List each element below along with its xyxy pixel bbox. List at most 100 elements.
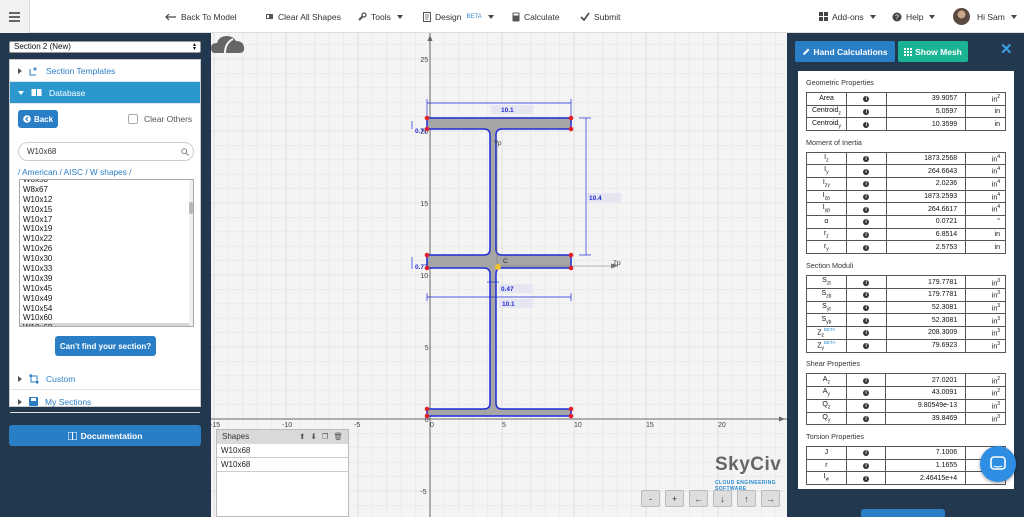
shape-list-item[interactable]: W10x30 [20, 254, 193, 264]
design-menu[interactable]: Design BETA [423, 10, 494, 23]
checkbox-box[interactable] [128, 114, 138, 124]
back-button[interactable]: Back [18, 110, 58, 128]
property-name-cell: ry [806, 240, 847, 255]
shape-list-item[interactable]: W10x45 [20, 284, 193, 294]
trash-icon[interactable]: 🗑 [333, 432, 343, 442]
property-name-cell: J [806, 445, 847, 460]
info-icon[interactable]: i [863, 415, 870, 422]
shape-list-item[interactable]: W10x17 [20, 215, 193, 225]
x-tick-label: -5 [354, 422, 360, 429]
property-unit: ° [997, 218, 1000, 226]
zoom-out-button[interactable]: - [641, 490, 660, 507]
shape-list-item[interactable]: W10x33 [20, 264, 193, 274]
pan-left-button[interactable]: ← [689, 490, 708, 507]
shape-list-item[interactable]: W10x22 [20, 234, 193, 244]
centroid-marker[interactable] [495, 264, 501, 270]
tools-menu[interactable]: Tools [357, 10, 403, 23]
move-down-icon[interactable]: ⬇ [310, 432, 316, 442]
breadcrumb[interactable]: / American / AISC / W shapes / [18, 167, 131, 177]
show-mesh-button[interactable]: Show Mesh [898, 41, 968, 62]
shape-list-item[interactable]: W10x26 [20, 244, 193, 254]
hand-calculations-button[interactable]: Hand Calculations [795, 41, 895, 62]
copy-icon[interactable]: ❐ [322, 432, 329, 442]
info-icon[interactable]: i [863, 244, 870, 251]
info-icon[interactable]: i [863, 219, 870, 226]
shape-row[interactable]: W10x68 [217, 444, 348, 458]
info-icon[interactable]: i [863, 305, 870, 312]
shape-list-item[interactable]: W8x67 [20, 185, 193, 195]
info-icon[interactable]: i [863, 181, 870, 188]
avatar[interactable] [953, 8, 970, 25]
shape-list-item[interactable]: W10x68 [20, 323, 193, 326]
info-icon[interactable]: i [863, 450, 870, 457]
documentation-label: Documentation [80, 430, 143, 441]
property-name-cell: ZyBETA [806, 338, 847, 353]
shape-list-item[interactable]: W10x49 [20, 294, 193, 304]
property-subscript: z [838, 110, 841, 117]
back-to-model-button[interactable]: Back To Model [165, 10, 237, 23]
clear-others-checkbox[interactable]: Clear Others [128, 114, 192, 124]
submit-button[interactable]: Submit [580, 10, 620, 23]
shape-list-item[interactable]: W10x60 [20, 313, 193, 323]
property-table: Az i 27.0201 in2 Ay i 43.0091 in2 Qz i 9.80549e-13… [806, 373, 1006, 426]
info-icon[interactable]: i [863, 109, 870, 116]
hamburger-menu-icon[interactable] [0, 0, 30, 33]
info-icon[interactable]: i [863, 155, 870, 162]
addons-menu[interactable]: Add-ons [819, 10, 876, 23]
section-select[interactable]: Section 2 (New) ▴ ▾ [9, 41, 201, 53]
shape-list-item[interactable]: W10x19 [20, 224, 193, 234]
move-up-icon[interactable]: ⬆ [299, 432, 305, 442]
pan-down-button[interactable]: ↓ [713, 490, 732, 507]
x-tick-label: -10 [282, 422, 292, 429]
info-icon[interactable]: i [863, 206, 870, 213]
dim-bottom-width: 10.1 [502, 301, 515, 308]
info-icon[interactable]: i [863, 96, 870, 103]
pan-up-button[interactable]: ↑ [737, 490, 756, 507]
info-icon[interactable]: i [863, 317, 870, 324]
shape-list[interactable]: W8x58 W8x67 W10x12 W10x15 W10x17 W10x19 W10x22… [19, 179, 194, 327]
info-icon[interactable]: i [863, 279, 870, 286]
my-sections-label: My Sections [45, 396, 92, 407]
question-circle-icon: ? [892, 12, 902, 21]
cant-find-section-button[interactable]: Can't find your section? [55, 336, 156, 356]
list-scrollbar-thumb[interactable] [189, 202, 193, 214]
search-input[interactable]: W10x68 [18, 142, 194, 161]
custom-header[interactable]: Custom [10, 368, 200, 390]
documentation-button[interactable]: Documentation [9, 425, 201, 446]
x-axis-arrow [779, 416, 785, 422]
drawing-canvas[interactable]: 25 20 15 10 5 0 -5 -15 -10 -5 0 5 10 15 20 Yp Zp 10.1 [211, 33, 787, 517]
pan-right-button[interactable]: → [761, 490, 780, 507]
property-value: 39.8469 [885, 411, 967, 426]
user-menu[interactable]: Hi Sam [977, 10, 1017, 23]
close-icon[interactable]: ✕ [1000, 42, 1013, 57]
shape-list-item[interactable]: W10x54 [20, 304, 193, 314]
info-icon[interactable]: i [863, 232, 870, 239]
help-menu[interactable]: ? Help [892, 10, 936, 23]
info-icon[interactable]: i [863, 330, 870, 337]
shape-list-item[interactable]: W10x15 [20, 205, 193, 215]
info-icon[interactable]: i [863, 390, 870, 397]
shape-row[interactable]: W10x68 [217, 458, 348, 472]
my-sections-header[interactable]: My Sections [10, 391, 200, 413]
search-icon[interactable] [181, 148, 189, 156]
chat-widget-button[interactable] [980, 446, 1016, 482]
info-icon[interactable]: i [863, 377, 870, 384]
shape-list-item[interactable]: W10x12 [20, 195, 193, 205]
info-icon[interactable]: i [863, 475, 870, 482]
info-icon[interactable]: i [863, 168, 870, 175]
database-header[interactable]: Database [10, 82, 200, 104]
section-templates-header[interactable]: Section Templates [10, 60, 200, 82]
info-icon[interactable]: i [863, 403, 870, 410]
info-icon[interactable]: i [863, 292, 870, 299]
clear-all-shapes-button[interactable]: Clear All Shapes [265, 10, 341, 23]
calculate-button[interactable]: Calculate [512, 10, 559, 23]
zoom-in-button[interactable]: + [665, 490, 684, 507]
info-icon[interactable]: i [863, 462, 870, 469]
info-icon[interactable]: i [863, 343, 870, 350]
info-icon[interactable]: i [863, 121, 870, 128]
shape-list-item[interactable]: W10x39 [20, 274, 193, 284]
info-cell: i [845, 411, 887, 426]
bottom-action-button[interactable] [861, 509, 945, 517]
info-cell: i [845, 240, 887, 255]
info-icon[interactable]: i [863, 193, 870, 200]
